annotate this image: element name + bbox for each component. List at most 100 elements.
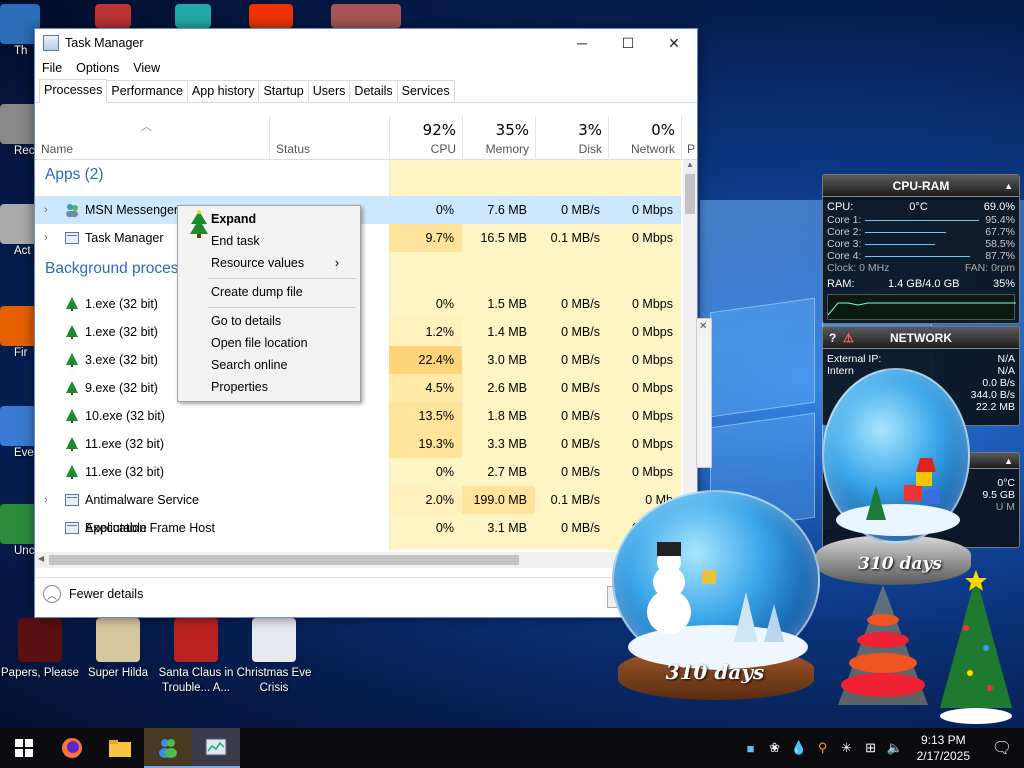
memory-total: 35% [495, 121, 529, 139]
process-mem: 2.6 MB [487, 381, 527, 395]
tray-droplet-icon[interactable]: 💧 [787, 740, 811, 756]
network-title: ? ⚠ NETWORK [823, 327, 1019, 349]
column-name[interactable]: ︿ Name [35, 116, 269, 160]
clock[interactable]: 9:13 PM 2/17/2025 [907, 732, 980, 764]
menu-end-task[interactable]: End task [211, 230, 351, 252]
menu-create-dump-file[interactable]: Create dump file [211, 281, 351, 303]
cpu-total: 92% [422, 121, 456, 139]
process-disk: 0.1 MB/s [550, 231, 600, 245]
scroll-left-icon[interactable]: ◀ [38, 554, 44, 563]
tray-network-icon[interactable]: ⊞ [859, 740, 883, 756]
tray-snowflake-icon[interactable]: ✳ [835, 740, 859, 756]
column-network[interactable]: 0% Network [608, 116, 681, 160]
core-row: Core 1: 95.4% [823, 214, 1019, 226]
taskbar-msn-messenger[interactable] [144, 728, 192, 768]
tray-search-icon[interactable]: ⚲ [811, 740, 835, 756]
menu-options[interactable]: Options [69, 61, 126, 75]
help-icon[interactable]: ? [829, 327, 836, 349]
table-row[interactable]: 10.exe (32 bit) 13.5% 1.8 MB 0 MB/s 0 Mbps [35, 402, 681, 430]
tab-performance[interactable]: Performance [106, 80, 188, 102]
menu-search-online[interactable]: Search online [211, 354, 351, 376]
tab-details[interactable]: Details [349, 80, 398, 102]
spiral-light-tree-icon [838, 585, 928, 705]
menu-file[interactable]: File [35, 61, 69, 75]
process-cpu: 2.0% [389, 486, 462, 514]
christmas-tree-icon [930, 568, 1022, 728]
tab-startup[interactable]: Startup [258, 80, 309, 102]
process-disk: 0 MB/s [561, 381, 600, 395]
start-button[interactable] [0, 728, 48, 768]
drive-temp: 0°C [997, 477, 1015, 489]
table-row[interactable]: › Antimalware Service Executable 2.0% 199.0… [35, 486, 681, 535]
cpu-label: CPU [430, 142, 456, 156]
menu-resource-values[interactable]: Resource values › [211, 252, 351, 274]
core-value: 58.5% [985, 238, 1015, 250]
column-disk[interactable]: 3% Disk [535, 116, 608, 160]
menu-bar: File Options View [35, 57, 697, 79]
column-power[interactable]: P [681, 116, 697, 160]
desktop-icon-bottom[interactable]: Super Hilda [78, 618, 158, 681]
tray-volume-icon[interactable]: 🔈 [883, 740, 907, 756]
horizontal-scroll-thumb[interactable] [49, 555, 519, 565]
process-name: 11.exe (32 bit) [85, 437, 164, 451]
menu-properties[interactable]: Properties [211, 376, 351, 398]
scroll-up-icon[interactable]: ▲ [686, 160, 694, 169]
maximize-button[interactable]: ☐ [605, 29, 651, 57]
menu-go-to-details[interactable]: Go to details [211, 310, 351, 332]
horizontal-scrollbar[interactable]: ◀ [35, 552, 681, 568]
cpu-percent: 69.0% [983, 201, 1015, 213]
collapse-icon[interactable]: ▲ [1004, 453, 1013, 469]
globe-large-label: 310 days [665, 660, 765, 684]
table-row[interactable]: Application Frame Host0%3.1 MB0 MB/s0 Mb… [35, 514, 681, 542]
table-row[interactable]: 11.exe (32 bit) 19.3% 3.3 MB 0 MB/s 0 Mbps [35, 430, 681, 458]
core-label: Core 1: [827, 214, 862, 226]
task-manager-icon [43, 35, 59, 51]
core-row: Core 4: 87.7% [823, 250, 1019, 262]
tab-processes[interactable]: Processes [39, 79, 108, 103]
column-cpu[interactable]: 92% CPU [389, 116, 462, 160]
core-label: Core 2: [827, 226, 862, 238]
tray-square-icon[interactable]: ■ [739, 741, 763, 756]
snow-globe-small[interactable] [822, 368, 970, 543]
desktop-icon-label: Papers, Please [1, 667, 79, 679]
core-value: 67.7% [985, 226, 1015, 238]
process-net: 0 Mbps [632, 409, 673, 423]
notifications-icon[interactable]: 🗨 [980, 738, 1024, 758]
drive-letters: U M [995, 501, 1015, 513]
desktop-icon-bottom[interactable]: Santa Claus in Trouble... A... [156, 618, 236, 696]
taskbar-task-manager[interactable] [192, 728, 240, 768]
collapse-icon[interactable]: ▲ [1004, 175, 1013, 197]
tab-services[interactable]: Services [396, 80, 455, 102]
desktop-icon-bottom[interactable]: Christmas Eve Crisis [234, 618, 314, 696]
desktop-icon-bottom[interactable]: Papers, Please [0, 618, 80, 681]
fewer-details-button[interactable]: ︿ Fewer details [43, 585, 143, 603]
menu-view[interactable]: View [126, 61, 167, 75]
menu-separator [208, 278, 356, 279]
task-manager-window[interactable]: Task Manager ─ ☐ ✕ File Options View Pro… [34, 28, 698, 618]
vertical-scroll-thumb[interactable] [685, 174, 695, 214]
taskbar: ■ ❀ 💧 ⚲ ✳ ⊞ 🔈 9:13 PM 2/17/2025 🗨 [0, 728, 1024, 768]
snow-globe-large[interactable] [612, 490, 820, 670]
core-usage-bar [865, 232, 946, 233]
column-memory[interactable]: 35% Memory [462, 116, 535, 160]
column-status[interactable]: Status [269, 116, 389, 160]
rate-2: 344.0 B/s [970, 389, 1015, 401]
minimize-button[interactable]: ─ [559, 29, 605, 57]
core-usage-bar [865, 256, 970, 257]
tray-msn-icon[interactable]: ❀ [763, 740, 787, 756]
title-bar[interactable]: Task Manager ─ ☐ ✕ [35, 29, 697, 57]
tab-users[interactable]: Users [307, 80, 351, 102]
firefox-icon [62, 738, 82, 758]
menu-open-file-location[interactable]: Open file location [211, 332, 351, 354]
taskbar-firefox[interactable] [48, 728, 96, 768]
close-button[interactable]: ✕ [651, 29, 697, 57]
table-row[interactable]: 11.exe (32 bit) 0% 2.7 MB 0 MB/s 0 Mbps [35, 458, 681, 486]
tab-strip: Processes Performance App history Startu… [35, 79, 697, 103]
taskbar-file-explorer[interactable] [96, 728, 144, 768]
cpu-ram-title-text: CPU-RAM [892, 179, 950, 193]
cpu-ram-gadget[interactable]: CPU-RAM ▲ CPU: 0°C 69.0% Core 1: 95.4% Cor… [822, 174, 1020, 324]
menu-expand[interactable]: Expand [211, 208, 351, 230]
tab-app-history[interactable]: App history [186, 80, 260, 102]
ram-graph [827, 294, 1016, 320]
menu-separator [208, 307, 356, 308]
